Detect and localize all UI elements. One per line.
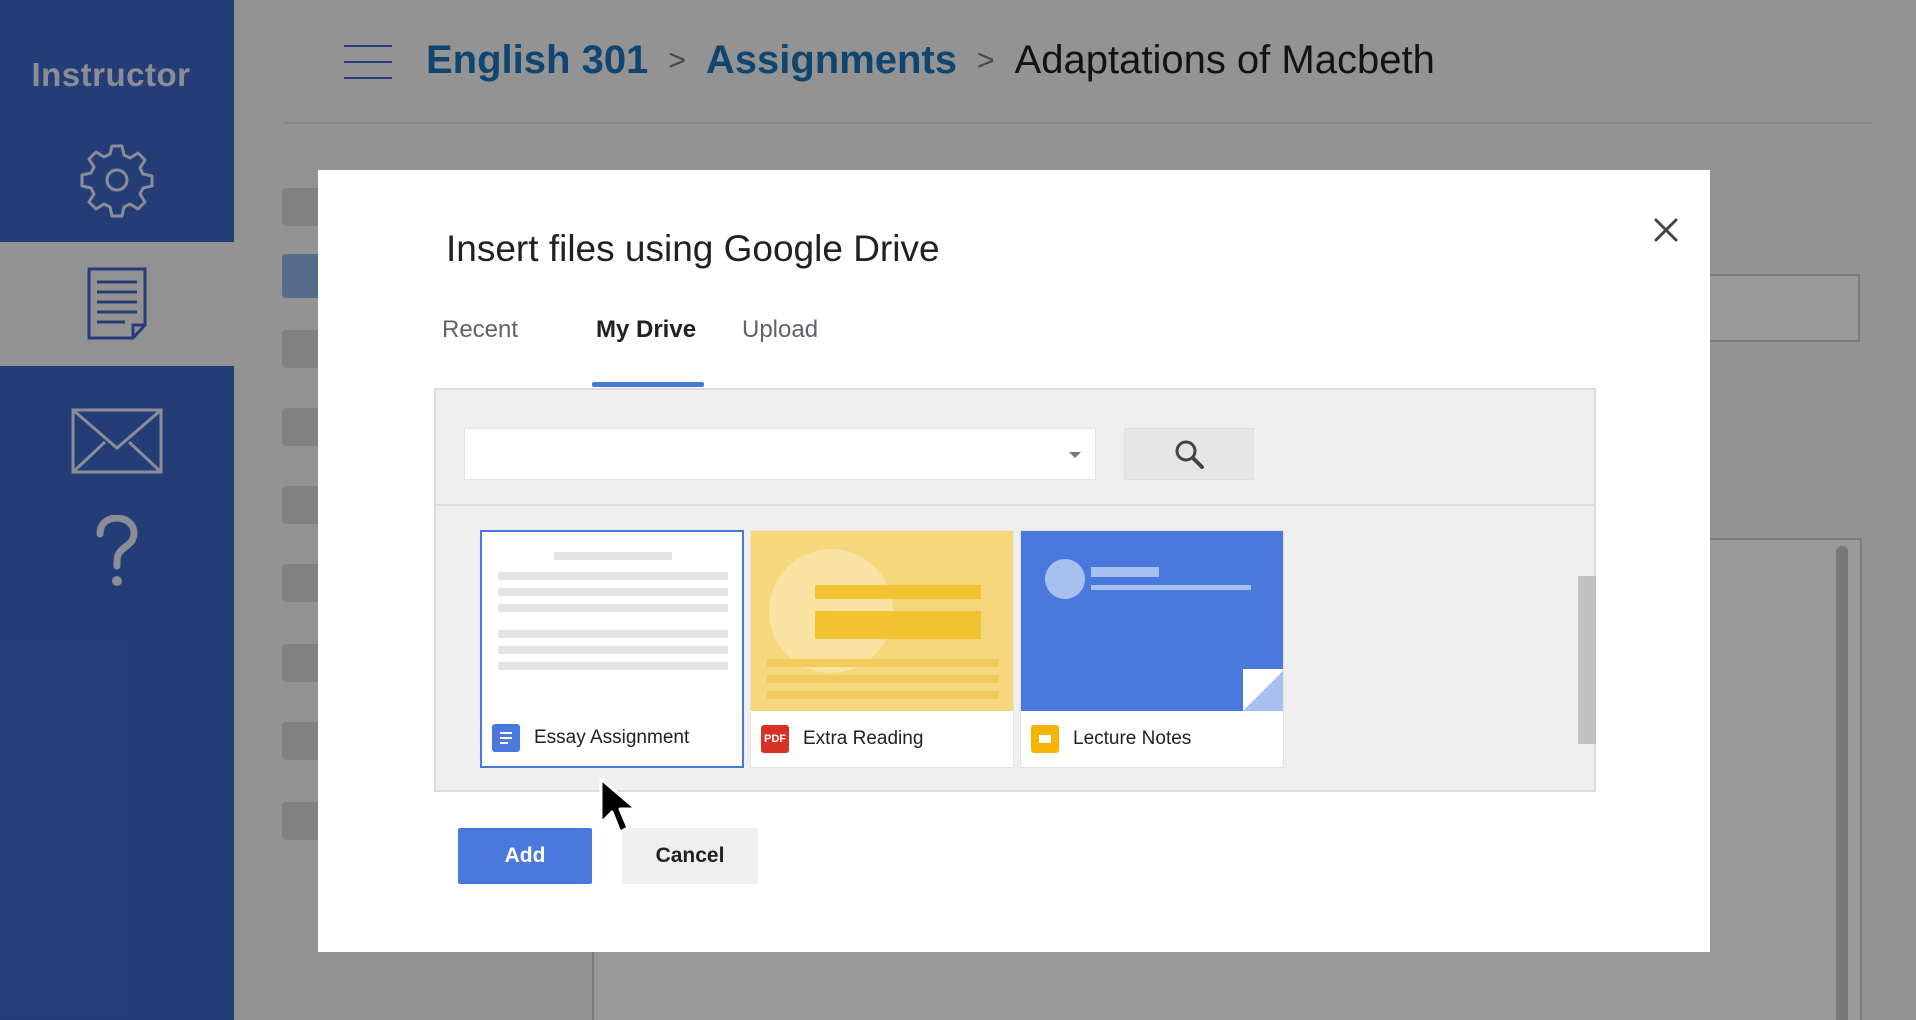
file-footer: Lecture Notes: [1021, 711, 1283, 767]
close-icon: [1654, 218, 1678, 242]
tab-upload[interactable]: Upload: [742, 316, 818, 344]
slides-thumbnail: [1021, 531, 1283, 711]
search-icon: [1175, 440, 1204, 469]
chevron-down-icon: [1069, 452, 1081, 458]
tab-recent[interactable]: Recent: [442, 316, 518, 344]
search-button[interactable]: [1124, 428, 1254, 480]
file-card-extra-reading[interactable]: PDF Extra Reading: [750, 530, 1014, 768]
add-button[interactable]: Add: [458, 828, 592, 884]
file-card-lecture-notes[interactable]: Lecture Notes: [1020, 530, 1284, 768]
cancel-button[interactable]: Cancel: [622, 828, 758, 884]
file-card-essay-assignment[interactable]: Essay Assignment: [480, 530, 744, 768]
docs-icon: [492, 724, 520, 752]
document-thumbnail: [482, 532, 742, 712]
file-footer: PDF Extra Reading: [751, 711, 1013, 767]
file-footer: Essay Assignment: [482, 710, 742, 766]
file-name: Lecture Notes: [1073, 728, 1192, 749]
close-button[interactable]: [1646, 210, 1686, 250]
picker-toolbar: [436, 390, 1594, 506]
mouse-cursor-icon: [599, 777, 638, 834]
pdf-icon: PDF: [761, 725, 789, 753]
file-name: Essay Assignment: [534, 727, 690, 748]
tab-my-drive[interactable]: My Drive: [596, 316, 696, 344]
file-picker: Essay Assignment PDF Extra Reading Lectu…: [434, 388, 1596, 792]
dialog-title: Insert files using Google Drive: [446, 228, 940, 269]
pdf-thumbnail: [751, 531, 1013, 711]
picker-scrollbar[interactable]: [1578, 576, 1596, 744]
file-name: Extra Reading: [803, 728, 924, 749]
active-tab-indicator: [592, 382, 704, 387]
folder-select[interactable]: [464, 428, 1096, 480]
slides-icon: [1031, 725, 1059, 753]
drive-picker-dialog: Insert files using Google Drive Recent M…: [318, 170, 1710, 952]
